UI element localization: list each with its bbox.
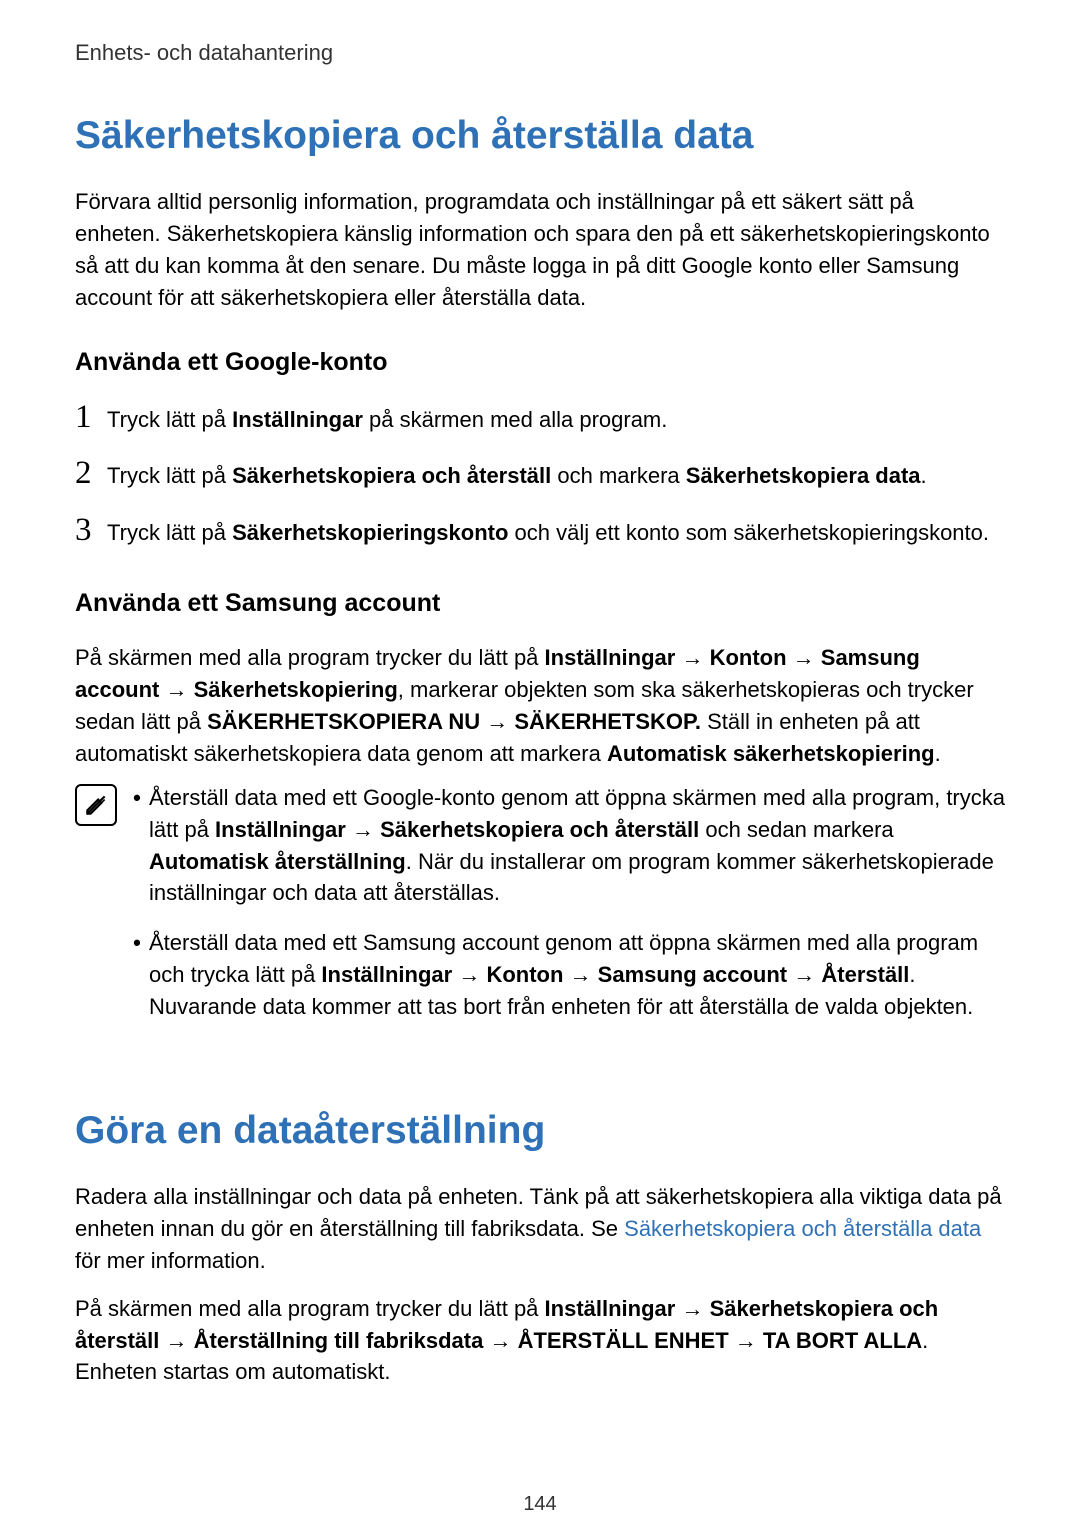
note-item-text: Återställ data med ett Samsung account g…: [149, 927, 1005, 1023]
subheading-google-account: Använda ett Google-konto: [75, 348, 1005, 377]
step-text: Tryck lätt på Inställningar på skärmen m…: [107, 402, 1005, 436]
note-item: • Återställ data med ett Samsung account…: [125, 927, 1005, 1023]
subheading-samsung-account: Använda ett Samsung account: [75, 589, 1005, 618]
link-backup-restore[interactable]: Säkerhetskopiera och återställa data: [624, 1216, 981, 1241]
steps-list: 1 Tryck lätt på Inställningar på skärmen…: [75, 401, 1005, 550]
bullet: •: [125, 782, 149, 910]
step-text: Tryck lätt på Säkerhetskopiera och åters…: [107, 458, 1005, 492]
step-item: 3 Tryck lätt på Säkerhetskopieringskonto…: [75, 514, 1005, 549]
samsung-paragraph: På skärmen med alla program trycker du l…: [75, 642, 1005, 770]
step-text: Tryck lätt på Säkerhetskopieringskonto o…: [107, 515, 1005, 549]
bullet: •: [125, 927, 149, 1023]
note-icon: [75, 784, 117, 826]
step-number: 3: [75, 514, 107, 547]
note-icon-wrap: [75, 782, 125, 826]
step-number: 1: [75, 401, 107, 434]
heading-data-reset: Göra en dataåterställning: [75, 1109, 1005, 1153]
document-page: Enhets- och datahantering Säkerhetskopie…: [0, 0, 1080, 1516]
note-block: • Återställ data med ett Google-konto ge…: [75, 782, 1005, 1041]
note-item-text: Återställ data med ett Google-konto geno…: [149, 782, 1005, 910]
intro-paragraph: Förvara alltid personlig information, pr…: [75, 186, 1005, 314]
note-items: • Återställ data med ett Google-konto ge…: [125, 782, 1005, 1041]
step-item: 2 Tryck lätt på Säkerhetskopiera och åte…: [75, 457, 1005, 492]
reset-paragraph-1: Radera alla inställningar och data på en…: [75, 1181, 1005, 1277]
reset-paragraph-2: På skärmen med alla program trycker du l…: [75, 1293, 1005, 1389]
breadcrumb: Enhets- och datahantering: [75, 40, 1005, 66]
heading-backup-restore: Säkerhetskopiera och återställa data: [75, 114, 1005, 158]
step-number: 2: [75, 457, 107, 490]
note-item: • Återställ data med ett Google-konto ge…: [125, 782, 1005, 910]
page-number: 144: [75, 1493, 1005, 1516]
step-item: 1 Tryck lätt på Inställningar på skärmen…: [75, 401, 1005, 436]
